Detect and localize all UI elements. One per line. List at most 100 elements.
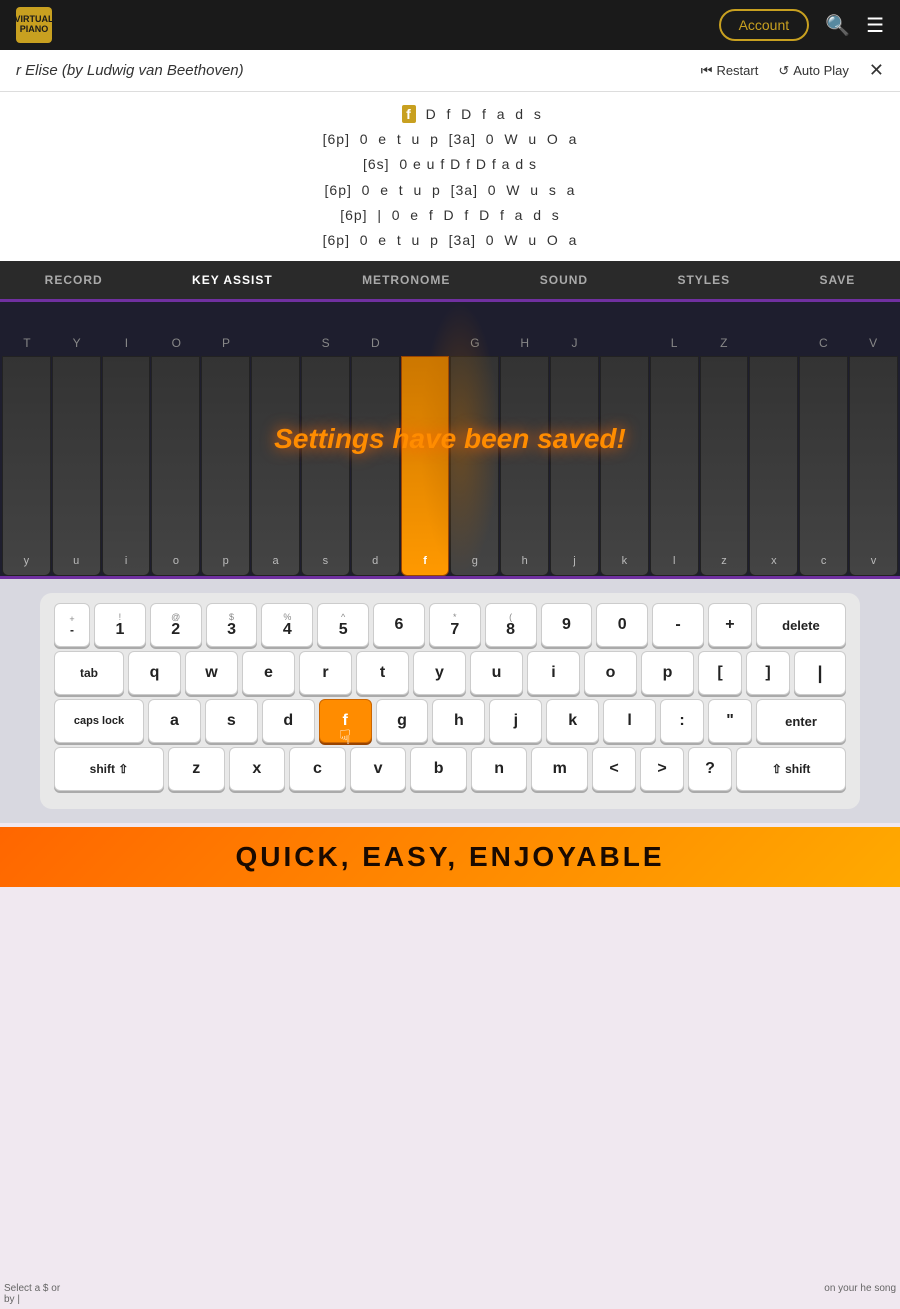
piano-key-x[interactable]: x [749, 356, 798, 576]
piano-white-keys: y u i o p a s d f g h j k l z x c v [0, 356, 900, 576]
key-6[interactable]: 6 [373, 603, 425, 647]
account-button[interactable]: Account [719, 9, 810, 41]
key-bracket-r[interactable]: ] [746, 651, 790, 695]
key-colon[interactable]: : [660, 699, 704, 743]
keyboard-row-zxcv: shift ⇧ z x c v b n m < > ? ⇧ shift [54, 747, 846, 791]
key-g[interactable]: g [376, 699, 429, 743]
key-y[interactable]: y [413, 651, 466, 695]
key-1[interactable]: ! 1 [94, 603, 146, 647]
piano-key-y[interactable]: y [2, 356, 51, 576]
sheet-line-1: f D f D f a d s [0, 102, 900, 127]
bottom-banner-text: QUICK, EASY, ENJOYABLE [235, 841, 664, 873]
piano-key-s[interactable]: s [301, 356, 350, 576]
piano-key-k[interactable]: k [600, 356, 649, 576]
side-left-text: Select a $ or by | [0, 1279, 66, 1309]
key-w[interactable]: w [185, 651, 238, 695]
key-v[interactable]: v [350, 747, 407, 791]
keyboard-row-numbers: + - ! 1 @ 2 $ 3 % 4 ^ 5 [54, 603, 846, 647]
key-0[interactable]: 0 [596, 603, 648, 647]
key-plus2[interactable]: + [708, 603, 752, 647]
key-z[interactable]: z [168, 747, 225, 791]
key-5[interactable]: ^ 5 [317, 603, 369, 647]
piano-key-v[interactable]: v [849, 356, 898, 576]
key-a[interactable]: a [148, 699, 201, 743]
key-shift-right[interactable]: ⇧ shift [736, 747, 846, 791]
key-backslash[interactable]: | [794, 651, 846, 695]
toolbar-sound[interactable]: SOUND [530, 261, 598, 299]
key-3[interactable]: $ 3 [206, 603, 258, 647]
key-8[interactable]: ( 8 [485, 603, 537, 647]
key-f[interactable]: f ☟ [319, 699, 372, 743]
key-plus-minus[interactable]: + - [54, 603, 90, 647]
key-n[interactable]: n [471, 747, 528, 791]
piano-key-d[interactable]: d [351, 356, 400, 576]
key-k[interactable]: k [546, 699, 599, 743]
key-i[interactable]: i [527, 651, 580, 695]
highlight-f: f [402, 105, 416, 123]
piano-area: Settings have been saved! T Y I O P S D … [0, 299, 900, 579]
side-right-text: on your he song [810, 1279, 900, 1298]
sheet-area: f D f D f a d s [6p] 0 e t u p [3a] 0 W … [0, 92, 900, 261]
key-q[interactable]: q [128, 651, 181, 695]
key-b[interactable]: b [410, 747, 467, 791]
piano-key-j[interactable]: j [550, 356, 599, 576]
key-9[interactable]: 9 [541, 603, 593, 647]
key-c[interactable]: c [289, 747, 346, 791]
header: VIRTUALPIANO Account 🔍 ☰ [0, 0, 900, 50]
key-h[interactable]: h [432, 699, 485, 743]
key-gt[interactable]: > [640, 747, 684, 791]
key-o[interactable]: o [584, 651, 637, 695]
key-m[interactable]: m [531, 747, 588, 791]
key-j[interactable]: j [489, 699, 542, 743]
keyboard-area: + - ! 1 @ 2 $ 3 % 4 ^ 5 [40, 593, 860, 809]
logo: VIRTUALPIANO [16, 7, 52, 43]
key-7[interactable]: * 7 [429, 603, 481, 647]
logo-box: VIRTUALPIANO [16, 7, 52, 43]
key-d[interactable]: d [262, 699, 315, 743]
key-question[interactable]: ? [688, 747, 732, 791]
key-delete[interactable]: delete [756, 603, 846, 647]
piano-key-p[interactable]: p [201, 356, 250, 576]
key-shift-left[interactable]: shift ⇧ [54, 747, 164, 791]
key-e[interactable]: e [242, 651, 295, 695]
key-4[interactable]: % 4 [261, 603, 313, 647]
key-p[interactable]: p [641, 651, 694, 695]
key-l[interactable]: l [603, 699, 656, 743]
piano-key-h[interactable]: h [500, 356, 549, 576]
key-t[interactable]: t [356, 651, 409, 695]
toolbar-styles[interactable]: STYLES [667, 261, 740, 299]
piano-key-z[interactable]: z [700, 356, 749, 576]
close-button[interactable]: ✕ [869, 60, 884, 81]
key-2[interactable]: @ 2 [150, 603, 202, 647]
piano-key-l[interactable]: l [650, 356, 699, 576]
key-x[interactable]: x [229, 747, 286, 791]
menu-icon[interactable]: ☰ [866, 13, 884, 38]
restart-button[interactable]: ⏮ Restart [701, 63, 759, 79]
piano-key-u[interactable]: u [52, 356, 101, 576]
song-title: r Elise (by Ludwig van Beethoven) [16, 62, 244, 79]
piano-key-a[interactable]: a [251, 356, 300, 576]
key-tab[interactable]: tab [54, 651, 124, 695]
key-quote[interactable]: " [708, 699, 752, 743]
search-icon[interactable]: 🔍 [825, 13, 850, 38]
toolbar-save[interactable]: SAVE [809, 261, 865, 299]
key-enter[interactable]: enter [756, 699, 846, 743]
piano-key-c[interactable]: c [799, 356, 848, 576]
piano-key-o[interactable]: o [151, 356, 200, 576]
restart-icon: ⏮ [701, 63, 713, 79]
key-bracket-l[interactable]: [ [698, 651, 742, 695]
key-s[interactable]: s [205, 699, 258, 743]
piano-key-i[interactable]: i [102, 356, 151, 576]
piano-key-g[interactable]: g [450, 356, 499, 576]
key-lt[interactable]: < [592, 747, 636, 791]
toolbar-record[interactable]: RECORD [35, 261, 113, 299]
autoplay-button[interactable]: ↺ Auto Play [778, 63, 849, 79]
key-caps-lock[interactable]: caps lock [54, 699, 144, 743]
key-u[interactable]: u [470, 651, 523, 695]
key-r[interactable]: r [299, 651, 352, 695]
toolbar-key-assist[interactable]: KEY ASSIST [182, 261, 283, 299]
piano-key-f[interactable]: f [401, 356, 450, 576]
keyboard-row-asdf: caps lock a s d f ☟ g h j k l : " enter [54, 699, 846, 743]
toolbar-metronome[interactable]: METRONOME [352, 261, 460, 299]
key-minus[interactable]: - [652, 603, 704, 647]
